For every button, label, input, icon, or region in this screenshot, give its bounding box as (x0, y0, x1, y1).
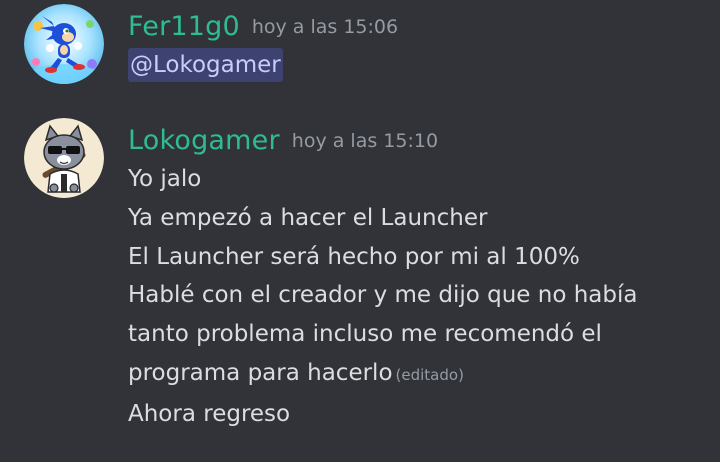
message-content: Yo jalo Ya empezó a hacer el Launcher El… (128, 160, 708, 434)
message-line: tanto problema incluso me recomendó el (128, 321, 602, 348)
message-line-text: programa para hacerlo (128, 359, 393, 386)
message-line: Yo jalo (128, 166, 202, 192)
chat-messages: Fer11g0 hoy a las 15:06 @Lokogamer Lokog… (0, 0, 720, 462)
message-line: Hablé con el creador y me dijo que no ha… (128, 282, 638, 309)
message-header: Fer11g0 hoy a las 15:06 (128, 9, 398, 48)
edited-label: (editado) (395, 365, 464, 384)
timestamp[interactable]: hoy a las 15:06 (252, 16, 398, 38)
message-content: @Lokogamer (128, 46, 708, 85)
timestamp[interactable]: hoy a las 15:10 (292, 130, 438, 152)
message-line: Ahora regreso (128, 400, 291, 427)
message-line: El Launcher será hecho por mi al 100% (128, 243, 580, 270)
message-line: Ya empezó a hacer el Launcher (128, 204, 488, 231)
user-mention[interactable]: @Lokogamer (128, 48, 283, 82)
avatar[interactable] (24, 118, 104, 198)
sonic-avatar-icon (24, 4, 104, 84)
message-header: Lokogamer hoy a las 15:10 (128, 123, 438, 162)
username[interactable]: Fer11g0 (128, 11, 240, 42)
username[interactable]: Lokogamer (128, 125, 280, 156)
cat-sunglasses-avatar-icon (24, 118, 104, 198)
message-line: programa para hacerlo (editado) (128, 354, 708, 395)
avatar[interactable] (24, 4, 104, 84)
